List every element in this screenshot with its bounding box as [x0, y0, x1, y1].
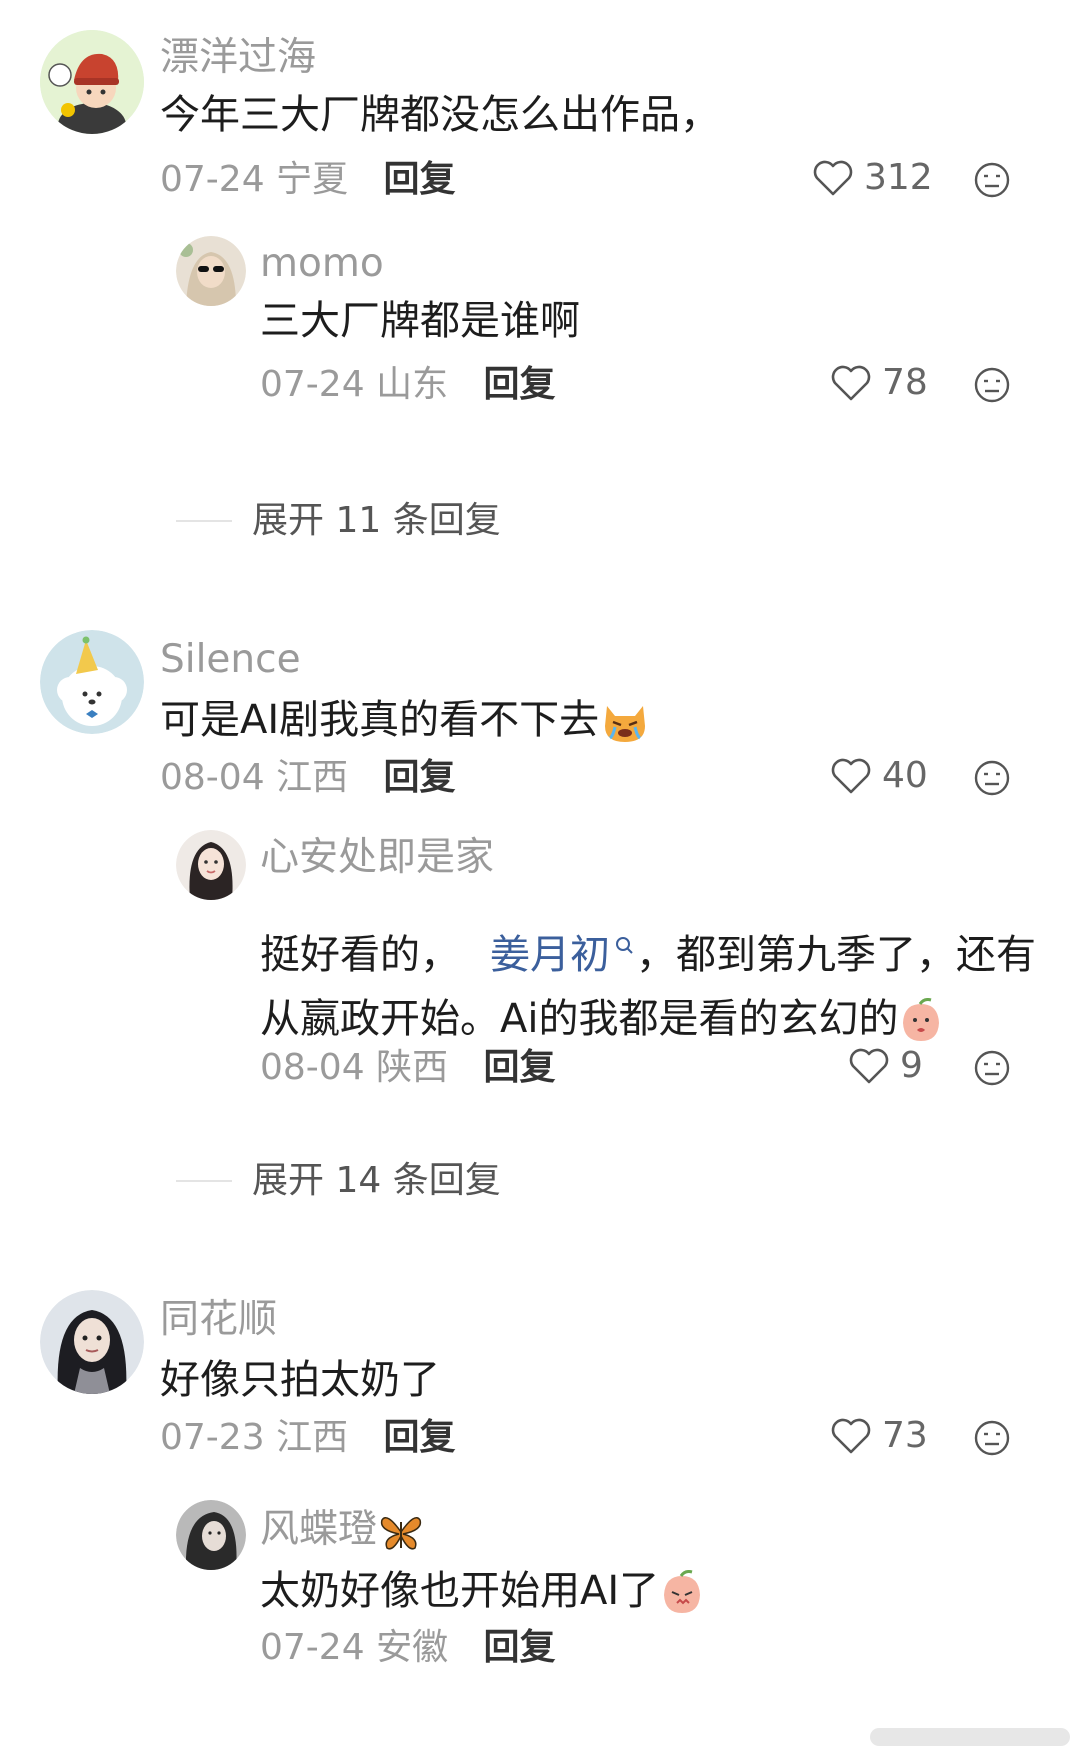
reply-author[interactable]: 风蝶璒: [260, 1510, 423, 1552]
woman-dark-photo-icon: [176, 1500, 246, 1570]
comment-meta: 07-23 江西 回复: [160, 1420, 456, 1456]
like-count: 9: [900, 1045, 923, 1086]
like-button[interactable]: 78: [830, 364, 928, 402]
comment-date: 07-24: [160, 159, 265, 200]
reply-button[interactable]: 回复: [484, 364, 556, 405]
dislike-icon[interactable]: [973, 1419, 1011, 1457]
like-button[interactable]: 40: [830, 757, 928, 795]
heart-icon: [831, 365, 871, 401]
reply-button[interactable]: 回复: [384, 159, 456, 200]
woman-photo-icon: [40, 1290, 144, 1394]
avatar[interactable]: [176, 830, 246, 900]
divider: [176, 520, 232, 522]
heart-icon: [831, 758, 871, 794]
reply-text-content: 太奶好像也开始用AI了: [260, 1568, 660, 1614]
comment-date: 07-23: [160, 1417, 265, 1458]
reply-text-line1: 挺好看的， 姜月初 ，都到第九季了，还有: [260, 935, 1036, 975]
reply-button[interactable]: 回复: [384, 757, 456, 798]
avatar[interactable]: [176, 1500, 246, 1570]
reply-date: 07-24: [260, 364, 365, 405]
girl-portrait-icon: [176, 830, 246, 900]
comment-author[interactable]: 漂洋过海: [160, 38, 316, 77]
reply-text-line2: 从嬴政开始。Ai的我都是看的玄幻的: [260, 998, 944, 1044]
comment-date: 08-04: [160, 757, 265, 798]
reply-text: 太奶好像也开始用AI了: [260, 1570, 705, 1616]
divider: [176, 1180, 232, 1182]
peach-blush-emoji-icon: [664, 1570, 701, 1613]
comment-text: 可是AI剧我真的看不下去: [160, 700, 649, 744]
expand-replies[interactable]: 展开 11 条回复: [176, 503, 501, 539]
comment-text: 好像只拍太奶了: [160, 1357, 440, 1403]
dislike-icon[interactable]: [973, 759, 1011, 797]
butterfly-emoji-icon: [380, 1516, 422, 1549]
reply-text: 三大厂牌都是谁啊: [260, 298, 580, 344]
avatar[interactable]: [176, 236, 246, 306]
comment-text: 今年三大厂牌都没怎么出作品，: [160, 92, 720, 138]
expand-replies[interactable]: 展开 14 条回复: [176, 1163, 501, 1199]
reply-author[interactable]: momo: [260, 244, 384, 283]
heart-icon: [831, 1418, 871, 1454]
dislike-icon[interactable]: [973, 161, 1011, 199]
like-button[interactable]: 312: [812, 159, 933, 197]
heart-icon: [813, 160, 853, 196]
comment-author[interactable]: 同花顺: [160, 1300, 277, 1339]
reply-location: 山东: [376, 364, 449, 405]
like-count: 312: [864, 157, 933, 198]
poodle-party-hat-icon: [40, 630, 144, 734]
comment-meta: 08-04 江西 回复: [160, 760, 456, 796]
crying-cat-emoji-icon: [605, 706, 646, 742]
heart-icon: [849, 1048, 889, 1084]
expand-replies-label: 展开 11 条回复: [252, 500, 501, 541]
reply-meta: 07-24 山东 回复: [260, 367, 556, 403]
avatar[interactable]: [40, 1290, 144, 1394]
like-button[interactable]: 9: [848, 1047, 923, 1085]
dislike-icon[interactable]: [973, 366, 1011, 404]
reply-location: 安徽: [376, 1627, 449, 1668]
avatar[interactable]: [40, 630, 144, 734]
reply-meta: 08-04 陕西 回复: [260, 1050, 556, 1086]
sunglasses-icon: [176, 236, 246, 306]
reply-meta: 07-24 安徽 回复: [260, 1630, 556, 1666]
reply-author[interactable]: 心安处即是家: [260, 838, 494, 877]
comment-location: 江西: [276, 1417, 349, 1458]
reply-author-name: 风蝶璒: [260, 1507, 378, 1552]
reply-date: 07-24: [260, 1627, 365, 1668]
comment-author[interactable]: Silence: [160, 640, 301, 679]
expand-replies-label: 展开 14 条回复: [252, 1160, 501, 1201]
mention-link[interactable]: 姜月初: [490, 932, 610, 978]
peach-face-emoji-icon: [903, 998, 940, 1041]
reply-button[interactable]: 回复: [484, 1047, 556, 1088]
like-count: 73: [882, 1415, 928, 1456]
search-icon: [616, 937, 633, 954]
like-button[interactable]: 73: [830, 1417, 928, 1455]
comment-location: 宁夏: [276, 159, 349, 200]
reply-text-part: ，都到第九季了，还有: [636, 932, 1036, 978]
comment-location: 江西: [276, 757, 349, 798]
boy-red-hat-icon: [40, 30, 144, 134]
comment-meta: 07-24 宁夏 回复: [160, 162, 456, 198]
reply-text-part: 挺好看的，: [260, 932, 460, 978]
watermark-graphic: [870, 1728, 1070, 1746]
avatar[interactable]: [40, 30, 144, 134]
comment-text-content: 可是AI剧我真的看不下去: [160, 697, 600, 743]
reply-location: 陕西: [376, 1047, 449, 1088]
reply-text-part: 从嬴政开始。Ai的我都是看的玄幻的: [260, 996, 899, 1042]
like-count: 40: [882, 755, 928, 796]
reply-button[interactable]: 回复: [384, 1417, 456, 1458]
dislike-icon[interactable]: [973, 1049, 1011, 1087]
reply-button[interactable]: 回复: [484, 1627, 556, 1668]
reply-date: 08-04: [260, 1047, 365, 1088]
like-count: 78: [882, 362, 928, 403]
